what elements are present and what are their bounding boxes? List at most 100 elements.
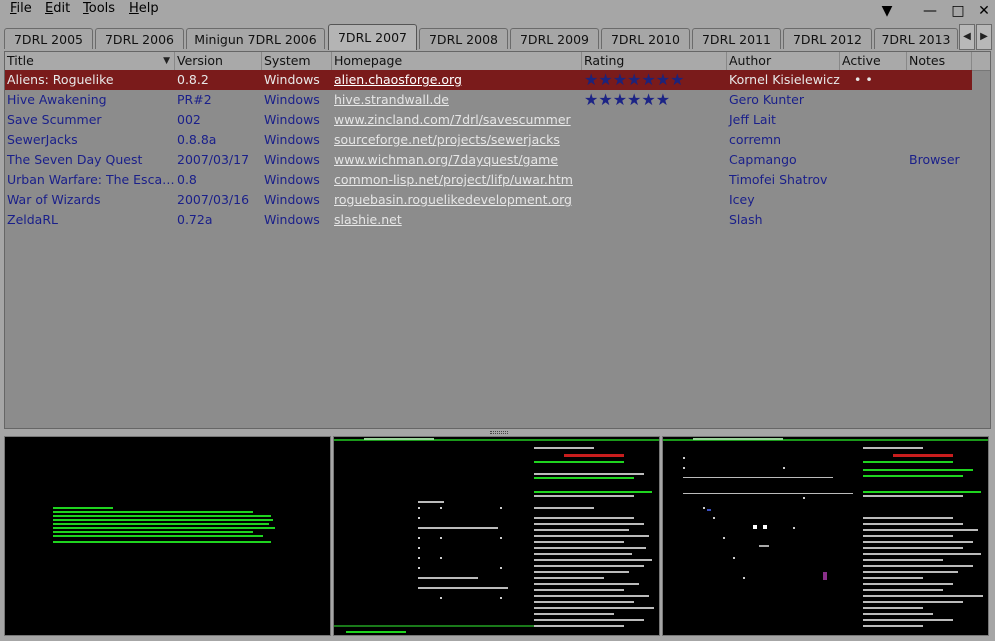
rating-stars[interactable]: ★★★★★★: [582, 90, 727, 110]
maximize-icon[interactable]: □: [949, 3, 967, 19]
cell-active: [840, 190, 907, 210]
cell-version: 0.8: [177, 172, 197, 187]
games-table: Title ▼ Version System Homepage Rating Au…: [4, 51, 991, 429]
rating-stars[interactable]: [582, 150, 727, 170]
cell-title: Save Scummer: [7, 112, 102, 127]
tab-7drl-2006[interactable]: 7DRL 2006: [95, 28, 184, 49]
cell-system: Windows: [264, 112, 320, 127]
menu-edit[interactable]: Edit: [45, 1, 70, 16]
table-row[interactable]: ZeldaRL 0.72a Windows slashie.net Slash: [5, 210, 972, 230]
cell-system: Windows: [264, 172, 320, 187]
cell-author: Gero Kunter: [729, 92, 805, 107]
window-menu-icon[interactable]: ▼: [878, 3, 896, 19]
column-header-title[interactable]: Title ▼: [5, 52, 175, 70]
cell-author: Slash: [729, 212, 763, 227]
close-icon[interactable]: ✕: [975, 3, 993, 19]
cell-notes: [907, 130, 972, 150]
cell-system: Windows: [264, 132, 320, 147]
table-header: Title ▼ Version System Homepage Rating Au…: [5, 52, 990, 71]
column-header-homepage[interactable]: Homepage: [332, 52, 582, 70]
tab-7drl-2012[interactable]: 7DRL 2012: [783, 28, 872, 49]
column-header-system[interactable]: System: [262, 52, 332, 70]
cell-homepage-link[interactable]: www.zincland.com/7drl/savescummer: [332, 110, 582, 130]
menu-tools[interactable]: Tools: [83, 1, 115, 16]
cell-notes: [907, 170, 972, 190]
cell-homepage-link[interactable]: common-lisp.net/project/lifp/uwar.htm: [332, 170, 582, 190]
table-row[interactable]: Aliens: Roguelike 0.8.2 Windows alien.ch…: [5, 70, 972, 90]
rating-stars[interactable]: [582, 170, 727, 190]
cell-homepage-link[interactable]: sourceforge.net/projects/sewerjacks: [332, 130, 582, 150]
cell-homepage-link[interactable]: www.wichman.org/7dayquest/game: [332, 150, 582, 170]
table-row[interactable]: Urban Warfare: The Esca… 0.8 Windows com…: [5, 170, 972, 190]
cell-homepage-link[interactable]: alien.chaosforge.org: [332, 70, 582, 90]
cell-author: Kornel Kisielewicz: [729, 72, 840, 87]
tab-7drl-2009[interactable]: 7DRL 2009: [510, 28, 599, 49]
cell-system: Windows: [264, 92, 320, 107]
table-row[interactable]: Hive Awakening PR#2 Windows hive.strandw…: [5, 90, 972, 110]
cell-system: Windows: [264, 212, 320, 227]
cell-active: [840, 210, 907, 230]
cell-author: Icey: [729, 192, 755, 207]
table-row[interactable]: SewerJacks 0.8.8a Windows sourceforge.ne…: [5, 130, 972, 150]
sort-descending-icon: ▼: [163, 56, 170, 66]
cell-homepage-link[interactable]: slashie.net: [332, 210, 582, 230]
screenshot-2[interactable]: [333, 436, 660, 636]
cell-title: SewerJacks: [7, 132, 78, 147]
cell-active: [840, 170, 907, 190]
column-header-notes[interactable]: Notes: [907, 52, 972, 70]
splitter-handle[interactable]: [490, 431, 508, 434]
cell-version: 2007/03/16: [177, 192, 250, 207]
tab-bar: 7DRL 2005 7DRL 2006 Minigun 7DRL 2006 7D…: [0, 24, 995, 51]
screenshot-1[interactable]: [4, 436, 331, 636]
cell-active: [840, 110, 907, 130]
cell-author: Capmango: [729, 152, 797, 167]
cell-notes: [907, 70, 972, 90]
menu-file[interactable]: File: [10, 1, 32, 16]
table-row[interactable]: The Seven Day Quest 2007/03/17 Windows w…: [5, 150, 972, 170]
rating-stars[interactable]: [582, 130, 727, 150]
tab-minigun-7drl-2006[interactable]: Minigun 7DRL 2006: [186, 28, 325, 49]
column-header-version[interactable]: Version: [175, 52, 262, 70]
rating-stars[interactable]: [582, 110, 727, 130]
menu-help[interactable]: Help: [129, 1, 159, 16]
cell-notes: [907, 90, 972, 110]
cell-active: [840, 90, 907, 110]
cell-author: Jeff Lait: [729, 112, 776, 127]
cell-author: corremn: [729, 132, 782, 147]
cell-active: • •: [854, 72, 873, 87]
cell-title: The Seven Day Quest: [7, 152, 143, 167]
column-header-rating[interactable]: Rating: [582, 52, 727, 70]
tab-7drl-2013[interactable]: 7DRL 2013: [874, 28, 958, 49]
cell-homepage-link[interactable]: hive.strandwall.de: [332, 90, 582, 110]
screenshot-3[interactable]: [662, 436, 989, 636]
rating-stars[interactable]: [582, 210, 727, 230]
column-header-author[interactable]: Author: [727, 52, 840, 70]
table-row[interactable]: War of Wizards 2007/03/16 Windows rogueb…: [5, 190, 972, 210]
cell-homepage-link[interactable]: roguebasin.roguelikedevelopment.org: [332, 190, 582, 210]
cell-notes: Browser: [909, 152, 960, 167]
column-header-active[interactable]: Active: [840, 52, 907, 70]
cell-notes: [907, 210, 972, 230]
tab-7drl-2011[interactable]: 7DRL 2011: [692, 28, 781, 49]
cell-title: Urban Warfare: The Esca…: [7, 172, 175, 187]
table-row[interactable]: Save Scummer 002 Windows www.zincland.co…: [5, 110, 972, 130]
tab-scroll-left-icon[interactable]: ◀: [959, 24, 975, 50]
cell-author: Timofei Shatrov: [729, 172, 828, 187]
menu-bar: File Edit Tools Help ▼ — □ ✕: [0, 0, 995, 20]
tab-7drl-2010[interactable]: 7DRL 2010: [601, 28, 690, 49]
cell-version: 002: [177, 112, 201, 127]
cell-notes: [907, 110, 972, 130]
cell-title: Aliens: Roguelike: [7, 72, 114, 87]
tab-7drl-2005[interactable]: 7DRL 2005: [4, 28, 93, 49]
tab-7drl-2007[interactable]: 7DRL 2007: [328, 24, 417, 50]
cell-version: 0.8.8a: [177, 132, 217, 147]
cell-system: Windows: [264, 152, 320, 167]
tab-scroll-right-icon[interactable]: ▶: [976, 24, 992, 50]
rating-stars[interactable]: [582, 190, 727, 210]
rating-stars[interactable]: ★★★★★★★: [582, 70, 727, 90]
cell-active: [840, 150, 907, 170]
cell-system: Windows: [264, 192, 320, 207]
tab-7drl-2008[interactable]: 7DRL 2008: [419, 28, 508, 49]
cell-notes: [907, 190, 972, 210]
minimize-icon[interactable]: —: [921, 3, 939, 19]
